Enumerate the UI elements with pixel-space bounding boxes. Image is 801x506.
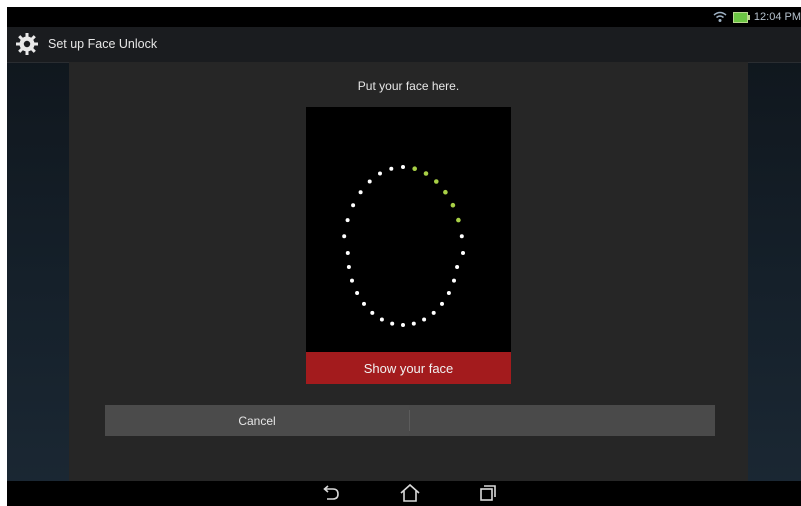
action-bar: Set up Face Unlock	[7, 27, 801, 63]
face-dot	[459, 234, 464, 239]
face-dot	[389, 166, 394, 171]
face-dot-detected	[450, 202, 456, 208]
status-bar: 12:04 PM	[7, 7, 801, 27]
wifi-icon	[713, 11, 727, 22]
face-dot	[370, 310, 375, 315]
face-dot	[378, 171, 382, 176]
face-dot	[461, 251, 465, 255]
camera-preview	[306, 107, 511, 352]
face-dot	[345, 218, 350, 223]
face-dot	[401, 323, 405, 327]
secondary-button[interactable]	[410, 405, 715, 436]
face-dot	[401, 165, 405, 169]
face-dot	[345, 251, 350, 255]
face-dot	[431, 310, 436, 315]
face-dot	[379, 317, 384, 322]
battery-charging-icon	[732, 11, 750, 23]
face-dot-detected	[434, 179, 439, 184]
instruction-text: Put your face here.	[357, 79, 460, 93]
cancel-button[interactable]: Cancel	[105, 405, 409, 436]
tablet-screen: 12:04 PM Set up Face Unlock Put your fac…	[7, 7, 801, 506]
face-dot	[446, 291, 451, 295]
face-outline-dots	[342, 165, 465, 327]
face-dot-detected	[412, 166, 417, 171]
face-dot	[422, 317, 427, 322]
back-icon[interactable]	[320, 484, 342, 502]
face-dot-detected	[423, 171, 429, 176]
dialog-button-bar: Cancel	[105, 405, 715, 436]
face-dot	[411, 321, 416, 326]
gear-icon[interactable]	[15, 32, 39, 56]
face-dot	[351, 203, 356, 208]
face-dot	[440, 301, 444, 306]
face-dot	[455, 265, 460, 269]
face-dot	[452, 278, 456, 283]
face-dot	[346, 265, 351, 269]
face-dot	[358, 190, 363, 195]
face-dot-detected	[443, 189, 448, 195]
navigation-bar	[7, 481, 801, 506]
face-dot	[355, 291, 360, 295]
show-face-button[interactable]: Show your face	[306, 352, 511, 384]
recents-icon[interactable]	[478, 484, 498, 502]
face-dot	[390, 321, 395, 326]
face-dot	[362, 301, 366, 306]
status-icons: 12:04 PM	[713, 7, 801, 27]
face-dot	[367, 179, 372, 184]
face-dot	[350, 278, 354, 283]
face-unlock-dialog: Put your face here. Show your face Cance…	[69, 62, 748, 483]
status-clock: 12:04 PM	[753, 11, 801, 23]
face-dot-detected	[456, 217, 461, 223]
page-title: Set up Face Unlock	[48, 37, 158, 51]
home-icon[interactable]	[399, 483, 421, 503]
face-dot	[342, 234, 347, 239]
